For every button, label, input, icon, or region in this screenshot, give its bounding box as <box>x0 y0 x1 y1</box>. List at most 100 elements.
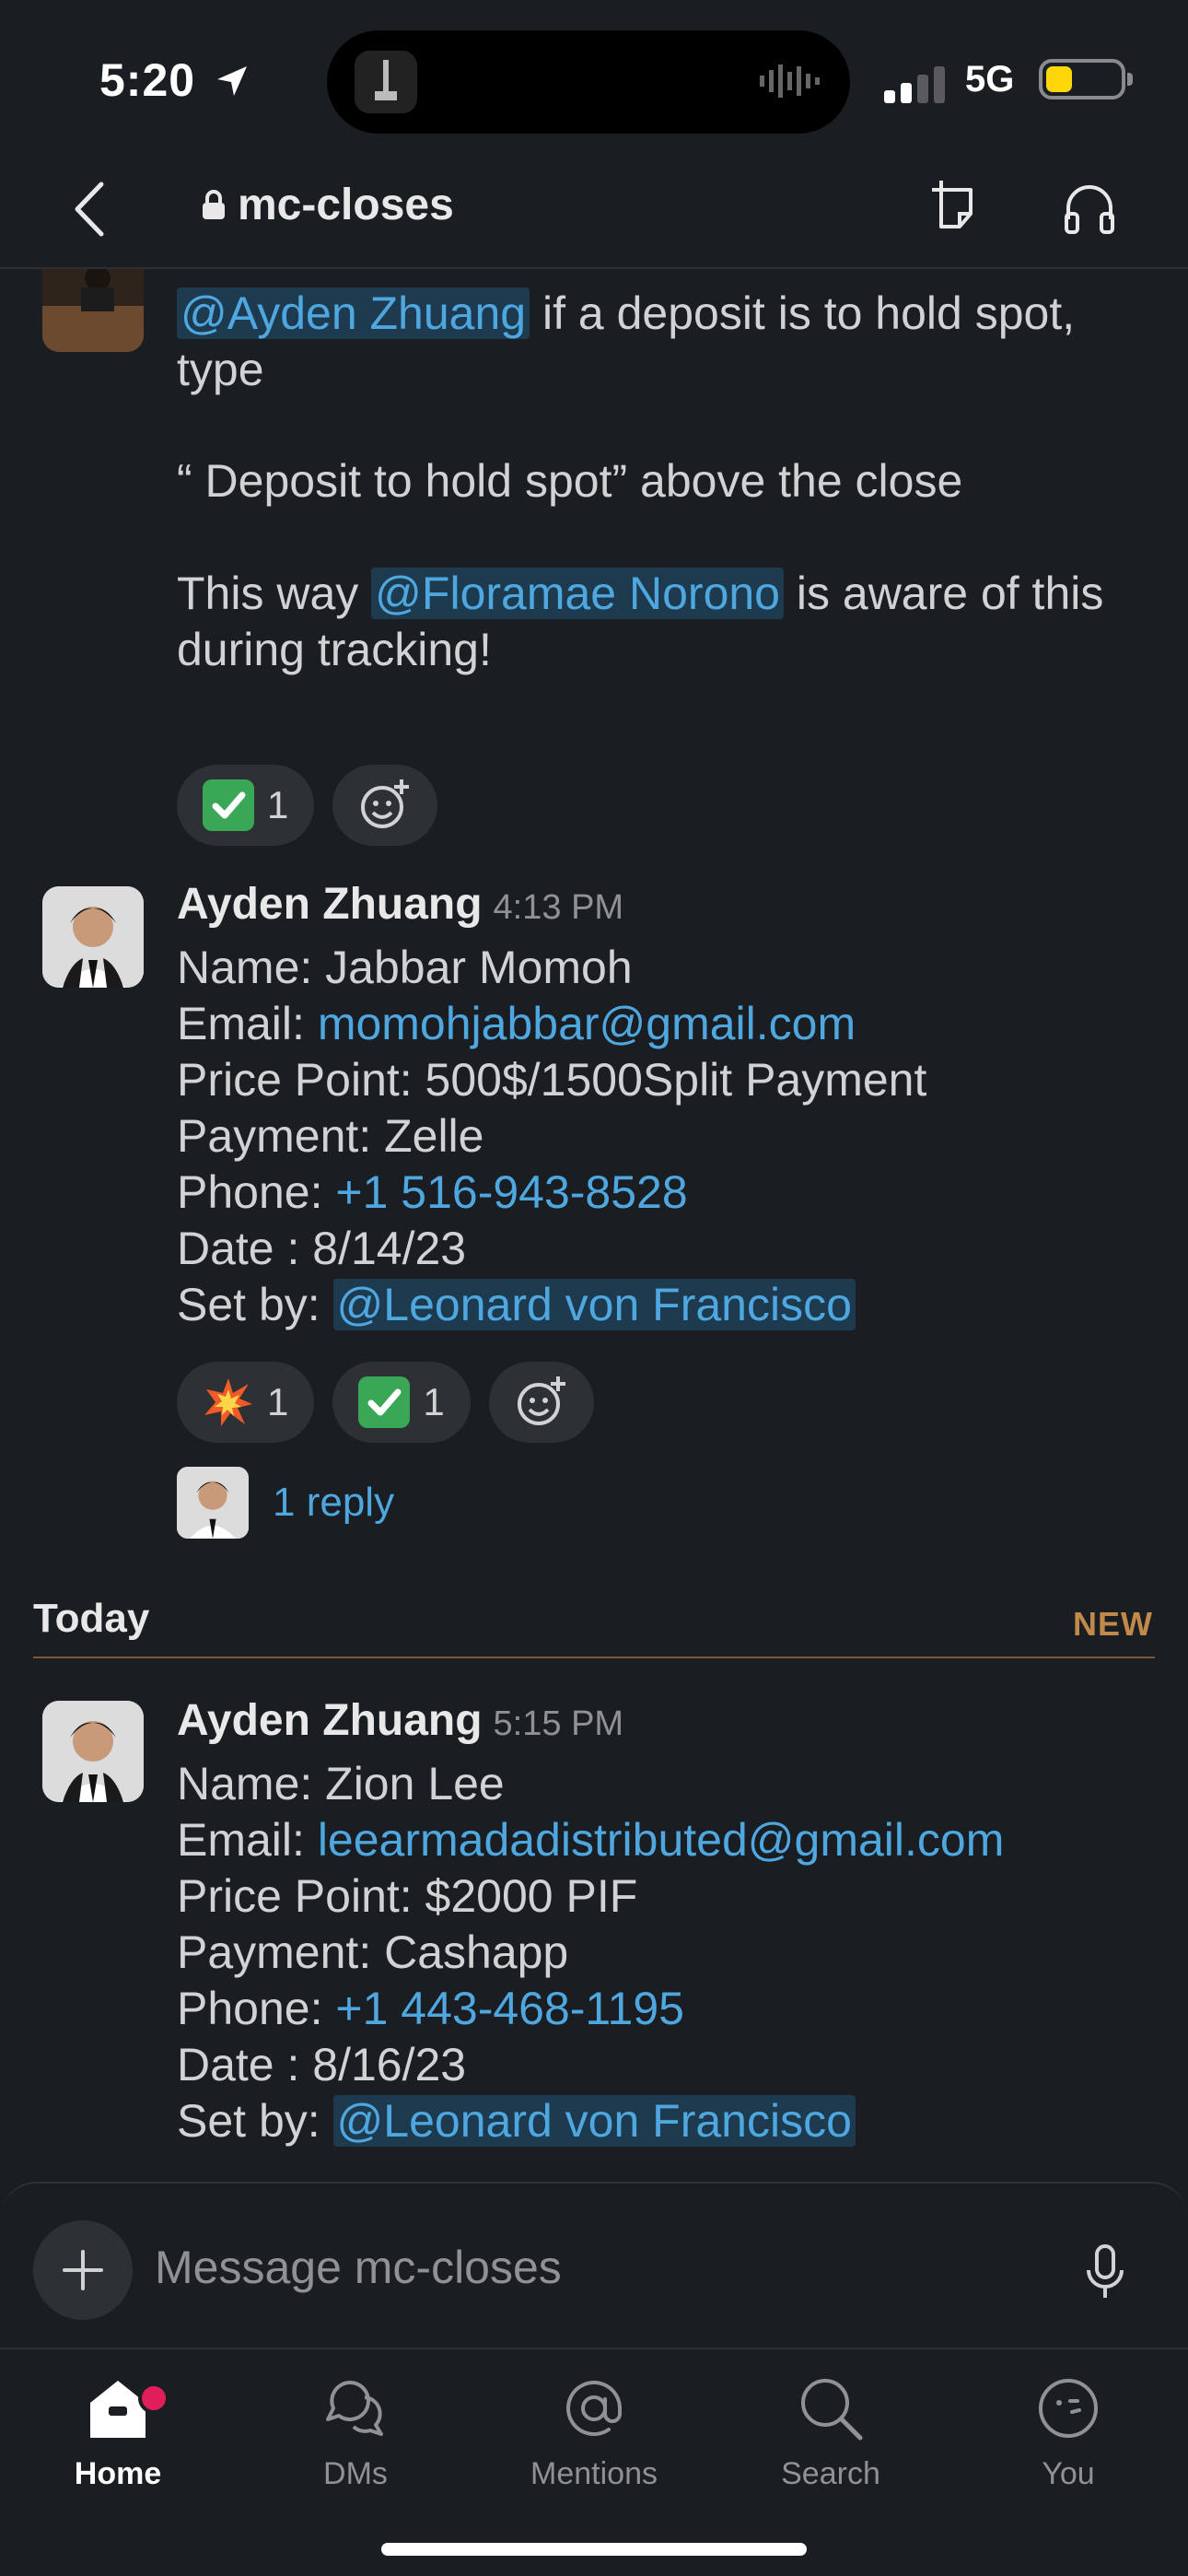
add-emoji-icon <box>361 779 410 828</box>
you-icon <box>1039 2379 1098 2438</box>
dynamic-island <box>327 30 850 134</box>
message-input[interactable]: Message mc-closes <box>155 2241 562 2294</box>
add-reaction-button[interactable] <box>488 1362 594 1443</box>
message-body: Phone: +1 516-943-8528 <box>177 1165 1133 1221</box>
collision-emoji-icon <box>203 1376 254 1428</box>
message-body: Email: leearmadadistributed@gmail.com <box>177 1812 1133 1868</box>
network-type: 5G <box>965 59 1015 100</box>
message-text: This way <box>177 568 372 619</box>
tab-label: DMs <box>323 2456 388 2491</box>
reaction-count: 1 <box>267 783 289 826</box>
date-divider-label: Today <box>33 1596 150 1641</box>
canvas-add-icon[interactable] <box>928 177 989 238</box>
status-time: 5:20 <box>99 54 196 106</box>
email-link[interactable]: leearmadadistributed@gmail.com <box>318 1814 1005 1866</box>
avatar[interactable] <box>42 269 144 352</box>
message-header: Ayden Zhuang 4:13 PM <box>177 879 623 930</box>
message-text: Name: Zion Lee <box>177 1758 505 1809</box>
channel-title[interactable]: mc-closes <box>201 180 454 230</box>
message-text: Email: <box>177 998 318 1049</box>
mention[interactable]: @Leonard von Francisco <box>332 2095 856 2147</box>
reaction-count: 1 <box>267 1380 289 1423</box>
reply-count[interactable]: 1 reply <box>273 1480 394 1526</box>
tab-bar: Home DMs Mentions Search You <box>0 2348 1188 2576</box>
location-arrow-icon <box>217 66 247 96</box>
message-text: Set by: <box>177 2095 333 2147</box>
tab-label: Home <box>74 2456 162 2491</box>
message-text: Payment: Cashapp <box>177 1926 569 1978</box>
check-mark-emoji-icon <box>203 779 254 831</box>
message-text: Phone: <box>177 1166 336 1218</box>
tab-label: Search <box>781 2456 880 2491</box>
reactions: 1 1 <box>177 1362 594 1443</box>
status-bar: 5:20 5G <box>0 0 1188 147</box>
sender-name[interactable]: Ayden Zhuang <box>177 880 483 929</box>
back-chevron-icon[interactable] <box>64 177 116 241</box>
new-messages-divider <box>33 1657 1155 1658</box>
message-body: @Ayden Zhuang if a deposit is to hold sp… <box>177 286 1133 398</box>
reaction-collision[interactable]: 1 <box>177 1362 315 1443</box>
reaction-count: 1 <box>423 1380 445 1423</box>
search-icon <box>801 2379 863 2441</box>
audio-wave-icon <box>760 64 820 98</box>
message-text: “ Deposit to hold spot” above the close <box>177 455 963 507</box>
new-messages-tag: NEW <box>1073 1605 1153 1643</box>
avatar[interactable] <box>42 886 144 988</box>
tab-search[interactable]: Search <box>739 2370 923 2508</box>
message-header: Ayden Zhuang 5:15 PM <box>177 1695 623 1746</box>
tab-you[interactable]: You <box>976 2370 1160 2508</box>
message-composer: Message mc-closes <box>0 2182 1188 2348</box>
phone-link[interactable]: +1 516-943-8528 <box>335 1166 687 1218</box>
avatar[interactable] <box>42 1701 144 1802</box>
dm-icon <box>326 2381 383 2436</box>
message-text: Price Point: $2000 PIF <box>177 1870 638 1922</box>
reaction-check[interactable]: 1 <box>332 1362 471 1443</box>
reply-avatar <box>177 1467 249 1539</box>
message-text: Phone: <box>177 1983 336 2034</box>
message-text: Set by: <box>177 1279 333 1330</box>
at-icon <box>566 2381 622 2437</box>
message-body: Set by: @Leonard von Francisco <box>177 1277 1133 1333</box>
check-mark-emoji-icon <box>358 1376 411 1428</box>
message-body: Email: momohjabbar@gmail.com <box>177 996 1133 1052</box>
mention[interactable]: @Ayden Zhuang <box>177 287 530 339</box>
battery-icon <box>1039 59 1133 100</box>
lock-icon <box>203 189 225 219</box>
notification-badge <box>138 2383 169 2414</box>
microphone-icon[interactable] <box>1079 2242 1131 2301</box>
tab-label: You <box>1042 2456 1095 2491</box>
tab-label: Mentions <box>530 2456 658 2491</box>
home-indicator[interactable] <box>381 2543 807 2556</box>
message-text: Payment: Zelle <box>177 1110 484 1162</box>
message-timestamp: 5:15 PM <box>493 1704 624 1743</box>
message-text: Price Point: 500$/1500Split Payment <box>177 1054 927 1106</box>
add-reaction-button[interactable] <box>332 765 438 846</box>
mention[interactable]: @Leonard von Francisco <box>332 1279 856 1330</box>
mention[interactable]: @Floramae Norono <box>371 568 784 619</box>
message-timestamp: 4:13 PM <box>493 888 624 927</box>
message-text: Date : 8/14/23 <box>177 1223 467 1274</box>
tab-home[interactable]: Home <box>26 2370 210 2508</box>
channel-header: mc-closes <box>0 147 1188 269</box>
reaction-check[interactable]: 1 <box>177 765 315 846</box>
plus-icon <box>63 2250 103 2290</box>
message-body: Set by: @Leonard von Francisco <box>177 2093 1133 2149</box>
tab-dms[interactable]: DMs <box>263 2370 448 2508</box>
sender-name[interactable]: Ayden Zhuang <box>177 1696 483 1745</box>
message-feed[interactable]: @Ayden Zhuang if a deposit is to hold sp… <box>0 269 1188 2185</box>
message-text: Date : 8/16/23 <box>177 2039 467 2090</box>
attach-button[interactable] <box>33 2220 133 2320</box>
message-text: Email: <box>177 1814 318 1866</box>
cellular-signal-icon <box>884 66 945 103</box>
message-text: Name: Jabbar Momoh <box>177 942 633 993</box>
message-body: This way @Floramae Norono is aware of th… <box>177 566 1133 678</box>
live-activity-app-icon <box>355 51 417 113</box>
thread-replies[interactable]: 1 reply <box>177 1467 394 1539</box>
tab-mentions[interactable]: Mentions <box>502 2370 686 2508</box>
reactions: 1 <box>177 765 438 846</box>
huddle-headphones-icon[interactable] <box>1059 179 1120 240</box>
add-emoji-icon <box>517 1376 565 1425</box>
phone-link[interactable]: +1 443-468-1195 <box>335 1983 684 2034</box>
message-body: Phone: +1 443-468-1195 <box>177 1981 1133 2037</box>
email-link[interactable]: momohjabbar@gmail.com <box>318 998 856 1049</box>
